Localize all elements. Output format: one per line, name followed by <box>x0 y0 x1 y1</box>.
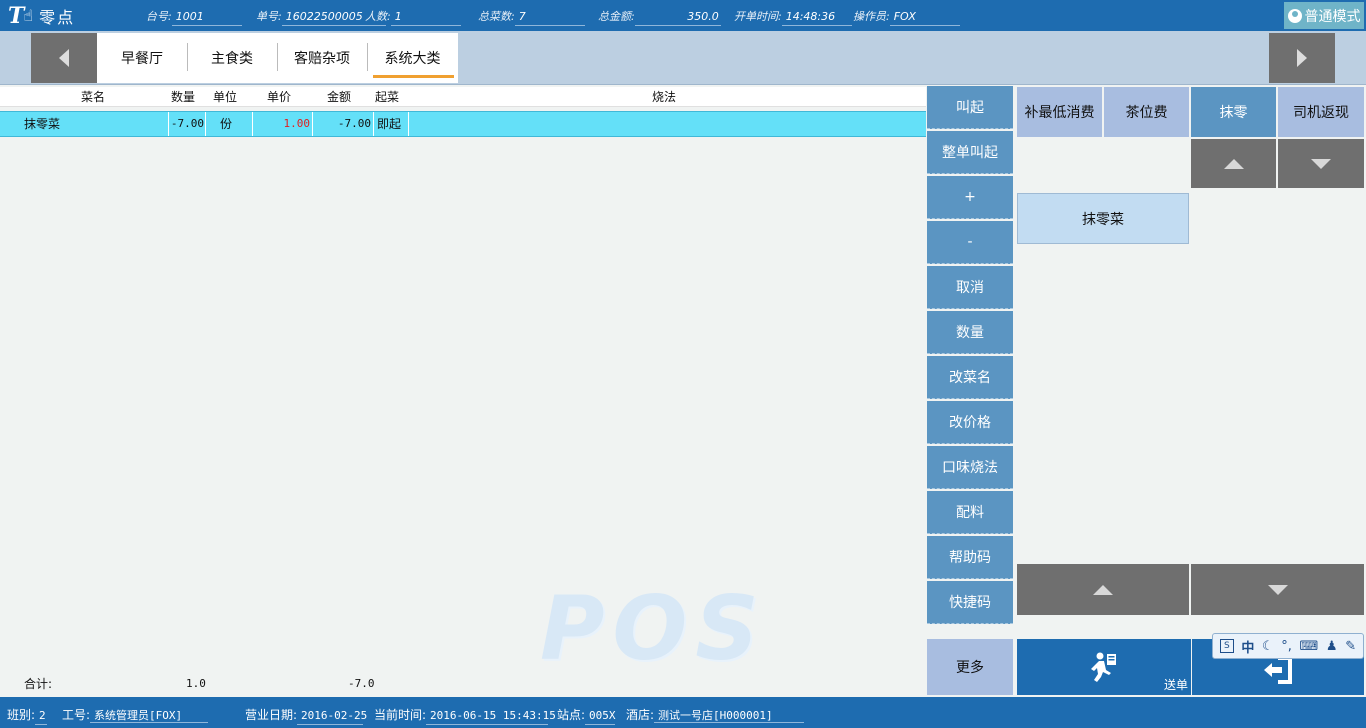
arrow-up-icon <box>1223 158 1244 169</box>
total-amount-value: -7.0 <box>348 677 375 690</box>
col-method: 烧法 <box>652 90 677 104</box>
group-scroll-down-button[interactable] <box>1278 139 1364 188</box>
action-ingredients-button[interactable]: 配料 <box>927 491 1013 534</box>
table-row[interactable]: 抹零菜 -7.00 份 1.00 -7.00 即起 <box>0 111 926 137</box>
min-charge-button[interactable]: 补最低消费 <box>1017 87 1102 137</box>
round-off-button[interactable]: 抹零 <box>1191 87 1276 137</box>
category-bar: 早餐厅 主食类 客赔杂项 系统大类 <box>0 31 1366 85</box>
total-amount: 总金额: 350.0 <box>598 8 721 26</box>
ime-lang-toggle[interactable]: 中 <box>1241 637 1254 656</box>
open-time: 开单时间: 14:48:36 <box>734 8 852 26</box>
staff: 工号: 系统管理员[FOX] <box>62 706 209 723</box>
action-flavor-button[interactable]: 口味烧法 <box>927 446 1013 489</box>
action-reprice-button[interactable]: 改价格 <box>927 401 1013 444</box>
dish-scroll-up-button[interactable] <box>1017 564 1189 615</box>
cell-name: 抹零菜 <box>24 117 61 131</box>
app-title: 零点 <box>39 7 76 27</box>
logo-mark: T <box>8 2 24 29</box>
cell-unit: 份 <box>220 117 233 131</box>
col-name: 菜名 <box>81 90 106 104</box>
driver-rebate-button[interactable]: 司机返现 <box>1278 87 1364 137</box>
action-quick-code-button[interactable]: 快捷码 <box>927 581 1013 624</box>
table-header: 菜名 数量 单位 单价 金额 起菜 烧法 <box>0 87 926 107</box>
order-table: 菜名 数量 单位 单价 金额 起菜 烧法 抹零菜 -7.00 份 1.00 -7… <box>0 87 926 669</box>
cell-qty: -7.00 <box>170 117 204 130</box>
category-prev-button[interactable] <box>31 33 97 83</box>
action-minus-button[interactable]: - <box>927 221 1013 264</box>
station: 站点: 005X <box>557 706 616 725</box>
total-qty: 1.0 <box>186 677 206 690</box>
group-scroll-up-button[interactable] <box>1191 139 1276 188</box>
arrow-up-icon <box>1093 584 1113 595</box>
category-tab-system[interactable]: 系统大类 <box>367 33 458 83</box>
category-next-button[interactable] <box>1269 33 1335 83</box>
action-plus-button[interactable]: + <box>927 176 1013 219</box>
dish-scroll-down-button[interactable] <box>1191 564 1364 615</box>
total-items: 总菜数: 7 <box>478 8 585 26</box>
category-tab-breakfast[interactable]: 早餐厅 <box>97 33 187 83</box>
category-tab-staple[interactable]: 主食类 <box>187 33 277 83</box>
punctuation-icon[interactable]: °, <box>1281 639 1292 654</box>
table-totals: 合计: 1.0 -7.0 <box>0 674 926 694</box>
runner-icon <box>1091 652 1116 682</box>
arrow-down-icon <box>1267 584 1288 595</box>
col-price: 单价 <box>267 90 292 104</box>
user-icon <box>1287 8 1302 23</box>
ime-logo-icon[interactable]: S <box>1219 639 1234 653</box>
action-help-code-button[interactable]: 帮助码 <box>927 536 1013 579</box>
col-qty: 数量 <box>171 90 196 104</box>
keyboard-icon[interactable]: ⌨ <box>1300 639 1319 654</box>
mode-button[interactable]: 普通模式 <box>1284 2 1364 29</box>
business-date: 营业日期: 2016-02-25 <box>245 706 367 725</box>
category-tabs: 早餐厅 主食类 客赔杂项 系统大类 <box>97 33 458 83</box>
cell-amount: -7.00 <box>337 117 371 130</box>
app-logo: T ☝ 零点 <box>8 2 76 29</box>
status-bar: 班别: 2 工号: 系统管理员[FOX] 营业日期: 2016-02-25 当前时间:… <box>0 697 1366 728</box>
top-bar: T ☝ 零点 台号: 1001 单号: 16022500005 人数: 1 总菜数: 7… <box>0 0 1366 31</box>
cell-serve: 即起 <box>377 117 402 131</box>
action-hold-all-button[interactable]: 整单叫起 <box>927 131 1013 174</box>
store: 酒店: 测试一号店[H000001] <box>626 706 805 723</box>
moon-icon[interactable]: ☾ <box>1262 639 1274 654</box>
arrow-left-icon <box>59 49 69 67</box>
action-rename-button[interactable]: 改菜名 <box>927 356 1013 399</box>
dish-button-round-off[interactable]: 抹零菜 <box>1017 193 1189 244</box>
action-cancel-button[interactable]: 取消 <box>927 266 1013 309</box>
col-amount: 金额 <box>327 90 352 104</box>
action-quantity-button[interactable]: 数量 <box>927 311 1013 354</box>
tea-fee-button[interactable]: 茶位费 <box>1104 87 1189 137</box>
action-hold-button[interactable]: 叫起 <box>927 86 1013 129</box>
pos-watermark: POS <box>540 577 767 680</box>
shift: 班别: 2 <box>7 706 48 725</box>
arrow-right-icon <box>1297 49 1307 67</box>
send-order-button[interactable]: 送单 <box>1017 639 1191 695</box>
mode-button-label: 普通模式 <box>1304 8 1361 25</box>
current-time: 当前时间: 2016-06-15 15:43:15 <box>374 706 556 725</box>
user-icon[interactable]: ♟ <box>1326 639 1338 654</box>
category-tab-misc[interactable]: 客赔杂项 <box>277 33 367 83</box>
table-no: 台号: 1001 <box>146 8 242 26</box>
hand-icon: ☝ <box>23 6 34 25</box>
ime-toolbar: S 中 ☾ °, ⌨ ♟ ✎ <box>1212 633 1364 659</box>
col-unit: 单位 <box>213 90 238 104</box>
more-button[interactable]: 更多 <box>927 639 1013 695</box>
send-order-label: 送单 <box>1163 678 1188 692</box>
guest-count: 人数: 1 <box>365 8 461 26</box>
cell-price: 1.00 <box>283 117 311 130</box>
operator: 操作员: FOX <box>853 8 960 26</box>
total-label: 合计: <box>24 677 53 691</box>
col-serve: 起菜 <box>375 90 400 104</box>
arrow-down-icon <box>1311 158 1331 169</box>
wrench-icon[interactable]: ✎ <box>1345 639 1356 654</box>
